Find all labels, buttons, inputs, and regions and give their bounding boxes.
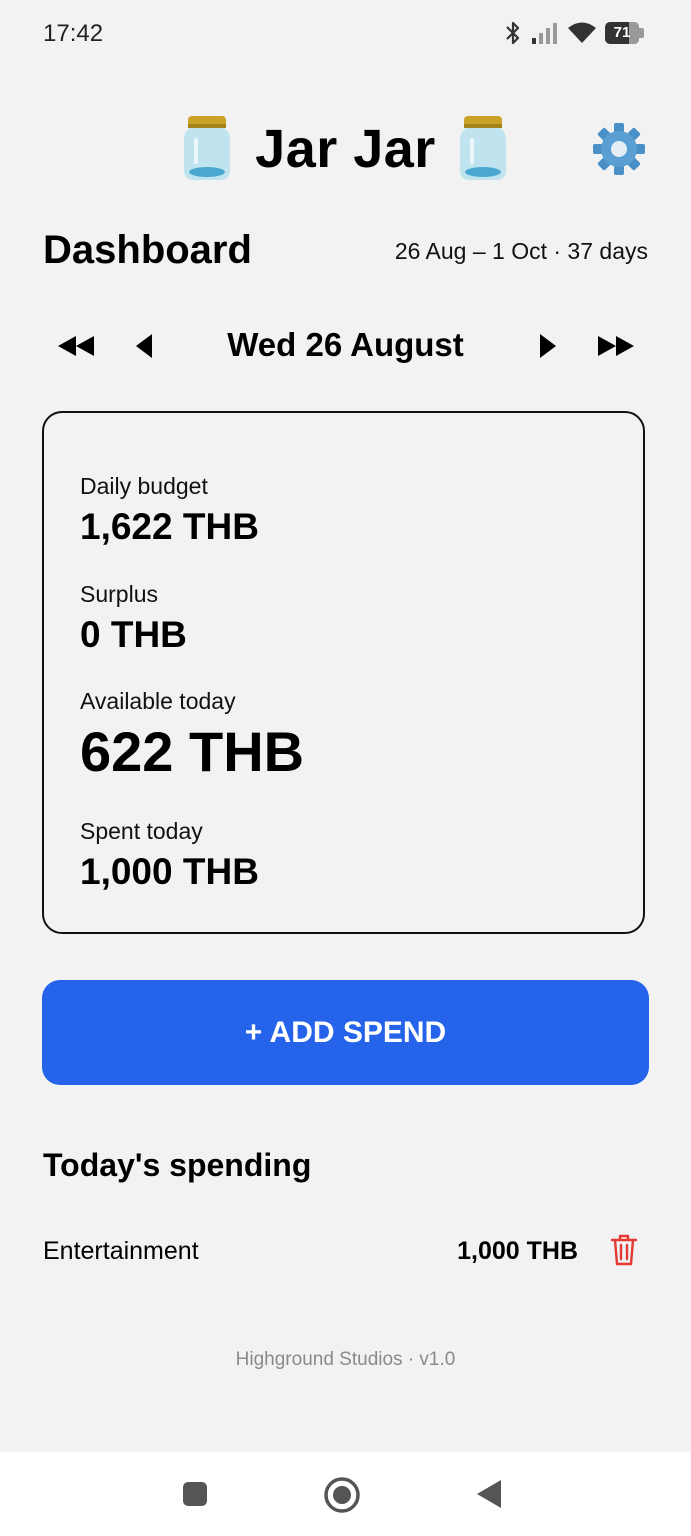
surplus-stat: Surplus 0 THB	[80, 581, 187, 656]
surplus-value: 0 THB	[80, 614, 187, 655]
spend-category: Entertainment	[43, 1237, 199, 1265]
spent-today-label: Spent today	[80, 818, 203, 844]
status-time: 17:42	[43, 20, 104, 47]
jar-icon	[460, 116, 506, 180]
battery-icon: 71	[605, 22, 645, 44]
trash-icon[interactable]	[610, 1233, 638, 1267]
add-spend-button[interactable]: + ADD SPEND	[42, 980, 649, 1085]
dashboard-header: Dashboard 26 Aug – 1 Oct · 37 days	[43, 228, 648, 278]
bluetooth-icon	[506, 21, 520, 45]
app-header: Jar Jar	[0, 108, 691, 188]
daily-budget-stat: Daily budget 1,622 THB	[80, 473, 259, 548]
daily-budget-label: Daily budget	[80, 473, 208, 499]
available-today-label: Available today	[80, 688, 236, 714]
status-icons: 71	[503, 20, 645, 46]
footer-version: Highground Studios · v1.0	[235, 1349, 456, 1370]
period-range: 26 Aug – 1 Oct · 37 days	[394, 238, 648, 264]
wifi-icon	[568, 22, 596, 43]
date-navigator: Wed 26 August	[43, 320, 648, 374]
fast-forward-icon	[598, 336, 634, 356]
spend-amount: 1,000 THB	[457, 1237, 578, 1265]
gear-icon[interactable]	[592, 122, 646, 176]
budget-summary-card: Daily budget 1,622 THB Surplus 0 THB Ava…	[42, 411, 645, 934]
spent-today-value: 1,000 THB	[80, 851, 259, 892]
spent-today-stat: Spent today 1,000 THB	[80, 818, 259, 893]
available-today-stat: Available today 622 THB	[80, 688, 304, 784]
signal-icon	[532, 23, 557, 44]
section-title: Today's spending	[43, 1147, 312, 1183]
fast-forward-button[interactable]	[591, 328, 641, 364]
list-item: Entertainment 1,000 THB	[43, 1225, 648, 1279]
surplus-label: Surplus	[80, 581, 158, 607]
app-title: Jar Jar	[255, 119, 436, 179]
forward-button[interactable]	[523, 328, 573, 364]
home-icon[interactable]	[323, 1476, 361, 1514]
battery-level: 71	[613, 24, 631, 41]
daily-budget-value: 1,622 THB	[80, 506, 259, 547]
system-nav-bar	[0, 1452, 691, 1536]
back-nav-icon[interactable]	[474, 1478, 504, 1510]
available-today-value: 622 THB	[80, 720, 305, 783]
page-title: Dashboard	[43, 228, 252, 272]
forward-icon	[540, 334, 556, 358]
status-bar: 17:42 71	[0, 0, 691, 70]
recents-icon[interactable]	[181, 1480, 209, 1508]
